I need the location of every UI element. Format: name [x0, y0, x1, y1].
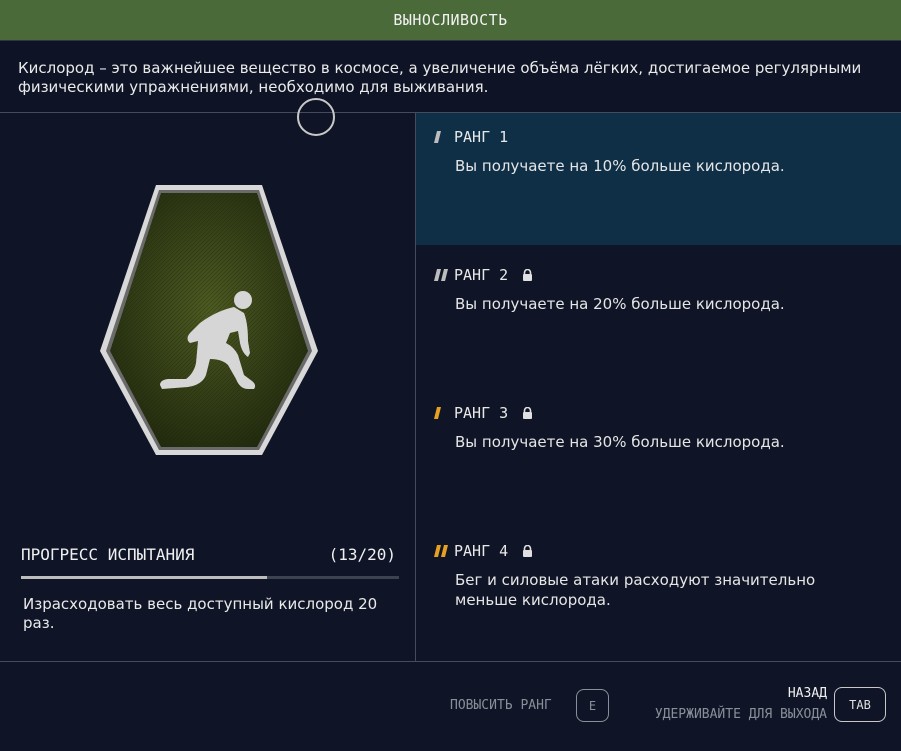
- challenge-progress-count: (13/20): [328, 545, 396, 564]
- lock-icon: [523, 545, 533, 557]
- skill-description: Кислород – это важнейшее вещество в косм…: [0, 40, 901, 113]
- rank-marks-icon: [434, 131, 441, 143]
- rank-title: РАНГ 2: [454, 266, 509, 284]
- rank-title: РАНГ 1: [454, 128, 509, 146]
- back-key-button[interactable]: TAB: [834, 687, 886, 722]
- back-label[interactable]: НАЗАД: [788, 686, 827, 701]
- rank-item-1[interactable]: РАНГ 1 Вы получаете на 10% больше кислор…: [416, 113, 901, 245]
- challenge-description: Израсходовать весь доступный кислород 20…: [23, 595, 378, 632]
- rank-title: РАНГ 3: [454, 404, 509, 422]
- rank-description: Вы получаете на 10% больше кислорода.: [455, 157, 785, 175]
- rank-marks-icon: [434, 407, 441, 419]
- rank-description: Вы получаете на 20% больше кислорода.: [455, 295, 785, 313]
- rank-up-label[interactable]: ПОВЫСИТЬ РАНГ: [450, 698, 552, 713]
- lock-icon: [523, 407, 533, 419]
- challenge-progress-bar: [21, 576, 399, 579]
- rank-title: РАНГ 4: [454, 542, 509, 560]
- page-header: ВЫНОСЛИВОСТЬ: [0, 0, 901, 40]
- rank-item-4[interactable]: РАНГ 4 Бег и силовые атаки расходуют зна…: [416, 527, 901, 659]
- cursor-ring-icon: [297, 98, 335, 136]
- hold-to-exit-label: УДЕРЖИВАЙТЕ ДЛЯ ВЫХОДА: [654, 707, 827, 722]
- rank-description: Вы получаете на 30% больше кислорода.: [455, 433, 785, 451]
- rank-item-3[interactable]: РАНГ 3 Вы получаете на 30% больше кислор…: [416, 389, 901, 521]
- ranks-panel: РАНГ 1 Вы получаете на 10% больше кислор…: [416, 113, 901, 661]
- rank-marks-icon: [434, 269, 448, 281]
- skill-badge: [98, 183, 320, 462]
- challenge-progress-title: ПРОГРЕСС ИСПЫТАНИЯ: [21, 545, 195, 564]
- footer-bar: ПОВЫСИТЬ РАНГ E НАЗАД УДЕРЖИВАЙТЕ ДЛЯ ВЫ…: [0, 661, 901, 751]
- runner-starting-pose-icon: [100, 185, 318, 455]
- rank-marks-icon: [434, 545, 448, 557]
- rank-up-key-button[interactable]: E: [576, 689, 609, 722]
- skill-info-panel: ПРОГРЕСС ИСПЫТАНИЯ (13/20) Израсходовать…: [0, 113, 416, 661]
- challenge-progress-header: ПРОГРЕСС ИСПЫТАНИЯ (13/20): [21, 545, 396, 564]
- rank-description: Бег и силовые атаки расходуют значительн…: [455, 571, 816, 609]
- lock-icon: [523, 269, 533, 281]
- challenge-progress-fill: [21, 576, 267, 579]
- page-title: ВЫНОСЛИВОСТЬ: [393, 11, 508, 29]
- rank-item-2[interactable]: РАНГ 2 Вы получаете на 20% больше кислор…: [416, 251, 901, 383]
